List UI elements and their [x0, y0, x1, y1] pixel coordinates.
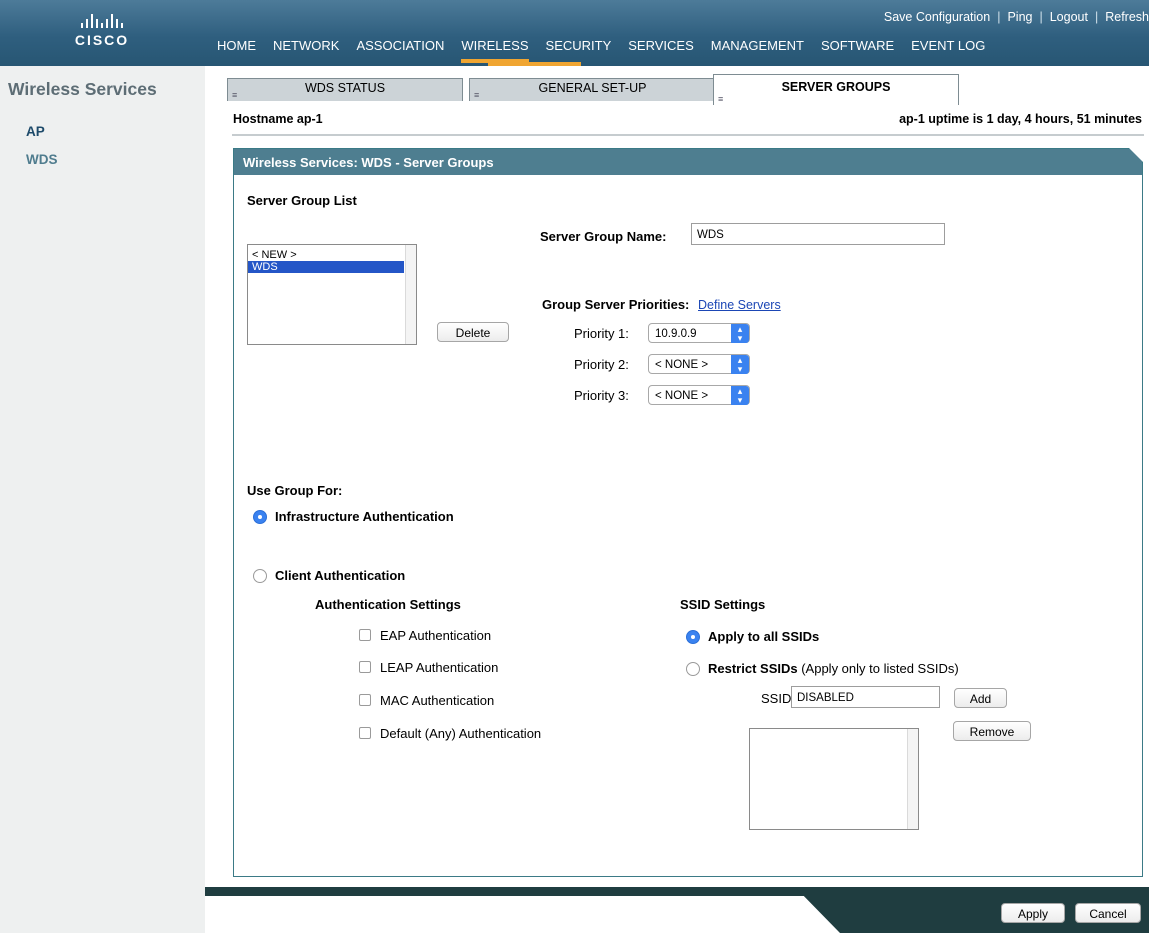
use-group-for-label: Use Group For: [247, 483, 343, 498]
group-server-priorities-row: Group Server Priorities: Define Servers [542, 297, 781, 312]
server-groups-panel: Wireless Services: WDS - Server Groups S… [233, 148, 1143, 877]
listbox-scrollbar[interactable] [405, 245, 416, 344]
define-servers-link[interactable]: Define Servers [698, 298, 781, 312]
priority-3-select[interactable]: < NONE > ▴ ▾ [648, 385, 750, 405]
client-auth-label: Client Authentication [275, 568, 406, 583]
utility-links: Save Configuration | Ping | Logout | Refresh [883, 10, 1149, 24]
ping-link[interactable]: Ping [1007, 10, 1032, 24]
delete-button[interactable]: Delete [437, 322, 509, 342]
tab-strip: ≡ WDS STATUS ≡ GENERAL SET-UP ≡ SERVER G… [225, 74, 1149, 105]
save-configuration-link[interactable]: Save Configuration [884, 10, 990, 24]
priority-2-label: Priority 2: [574, 357, 629, 372]
mac-auth-checkbox[interactable] [359, 694, 371, 706]
host-info-row: Hostname ap-1 ap-1 uptime is 1 day, 4 ho… [233, 112, 1142, 126]
server-group-name-label: Server Group Name: [540, 229, 667, 244]
restrict-ssids-radio[interactable] [686, 662, 700, 676]
eap-auth-checkbox[interactable] [359, 629, 371, 641]
sidebar-title: Wireless Services [8, 79, 157, 99]
ssid-input[interactable]: DISABLED [791, 686, 940, 708]
default-auth-checkbox[interactable] [359, 727, 371, 739]
panel-title: Wireless Services: WDS - Server Groups [243, 155, 494, 170]
refresh-link[interactable]: Refresh [1105, 10, 1149, 24]
priorities-label: Group Server Priorities: [542, 297, 690, 312]
nav-association[interactable]: ASSOCIATION [356, 38, 444, 63]
nav-services[interactable]: SERVICES [628, 38, 694, 63]
divider [232, 134, 1144, 136]
priority-3-label: Priority 3: [574, 388, 629, 403]
restrict-ssids-label: Restrict SSIDs [708, 661, 798, 676]
sidebar-item-ap[interactable]: AP [26, 124, 45, 139]
nav-security[interactable]: SECURITY [546, 38, 612, 63]
select-arrows-icon: ▴ ▾ [731, 324, 749, 343]
tab-grip-icon: ≡ [474, 90, 480, 100]
priority-2-value: < NONE > [655, 359, 709, 371]
add-ssid-button[interactable]: Add [954, 688, 1007, 708]
ssid-label: SSID: [761, 691, 795, 706]
cancel-button[interactable]: Cancel [1075, 903, 1141, 923]
list-item[interactable]: < NEW > [248, 249, 416, 261]
select-arrows-icon: ▴ ▾ [731, 355, 749, 374]
tab-label: SERVER GROUPS [781, 80, 891, 94]
nav-management[interactable]: MANAGEMENT [711, 38, 804, 63]
select-arrows-icon: ▴ ▾ [731, 386, 749, 405]
server-group-listbox[interactable]: < NEW > WDS [247, 244, 417, 345]
default-auth-label: Default (Any) Authentication [380, 726, 542, 741]
footer: Apply Cancel [205, 887, 1149, 933]
panel-corner-notch [1129, 148, 1143, 162]
priority-1-value: 10.9.0.9 [655, 328, 697, 340]
priority-2-select[interactable]: < NONE > ▴ ▾ [648, 354, 750, 374]
panel-header: Wireless Services: WDS - Server Groups [234, 148, 1143, 175]
leap-auth-label: LEAP Authentication [380, 660, 499, 675]
nav-software[interactable]: SOFTWARE [821, 38, 894, 63]
apply-button[interactable]: Apply [1001, 903, 1065, 923]
cisco-wordmark: CISCO [74, 32, 130, 48]
eap-auth-label: EAP Authentication [380, 628, 492, 643]
tab-grip-icon: ≡ [718, 94, 724, 104]
server-group-name-field[interactable]: WDS [691, 223, 945, 245]
top-header: CISCO Save Configuration | Ping | Logout | Ref… [0, 0, 1149, 66]
tab-wds-status[interactable]: ≡ WDS STATUS [227, 78, 463, 101]
tab-general-set-up[interactable]: ≡ GENERAL SET-UP [469, 78, 716, 101]
list-item-selected[interactable]: WDS [248, 261, 404, 273]
server-group-list-label: Server Group List [247, 193, 357, 208]
mac-auth-label: MAC Authentication [380, 693, 495, 708]
priority-1-select[interactable]: 10.9.0.9 ▴ ▾ [648, 323, 750, 343]
infrastructure-auth-label: Infrastructure Authentication [275, 509, 454, 524]
tab-grip-icon: ≡ [232, 90, 238, 100]
listbox-scrollbar[interactable] [907, 729, 918, 829]
hostname-label: Hostname ap-1 [233, 112, 323, 126]
nav-network[interactable]: NETWORK [273, 38, 339, 63]
ssid-listbox[interactable] [749, 728, 919, 830]
nav-wireless[interactable]: WIRELESS [461, 38, 529, 63]
uptime-label: ap-1 uptime is 1 day, 4 hours, 51 minute… [899, 112, 1142, 126]
nav-event-log[interactable]: EVENT LOG [911, 38, 985, 63]
tab-label: GENERAL SET-UP [538, 81, 647, 95]
priority-3-value: < NONE > [655, 390, 709, 402]
sidebar: Wireless Services AP WDS [0, 66, 205, 933]
priority-1-label: Priority 1: [574, 326, 629, 341]
cisco-logo: CISCO [62, 12, 142, 48]
sidebar-item-wds[interactable]: WDS [26, 152, 58, 167]
apply-all-ssids-label: Apply to all SSIDs [708, 629, 820, 644]
nav-home[interactable]: HOME [217, 38, 256, 63]
restrict-ssids-row: Restrict SSIDs (Apply only to listed SSI… [708, 661, 959, 676]
client-auth-radio[interactable] [253, 569, 267, 583]
cisco-bars-icon [62, 12, 142, 28]
tab-label: WDS STATUS [304, 81, 386, 95]
leap-auth-checkbox[interactable] [359, 661, 371, 673]
ssid-settings-label: SSID Settings [680, 597, 766, 612]
logout-link[interactable]: Logout [1050, 10, 1088, 24]
apply-all-ssids-radio[interactable] [686, 630, 700, 644]
infrastructure-auth-radio[interactable] [253, 510, 267, 524]
main-nav: HOME NETWORK ASSOCIATION WIRELESS SECURI… [217, 38, 985, 63]
authentication-settings-label: Authentication Settings [315, 597, 461, 612]
remove-ssid-button[interactable]: Remove [953, 721, 1031, 741]
active-nav-indicator [488, 62, 581, 66]
tab-server-groups[interactable]: ≡ SERVER GROUPS [713, 74, 959, 105]
restrict-ssids-note: (Apply only to listed SSIDs) [801, 661, 959, 676]
